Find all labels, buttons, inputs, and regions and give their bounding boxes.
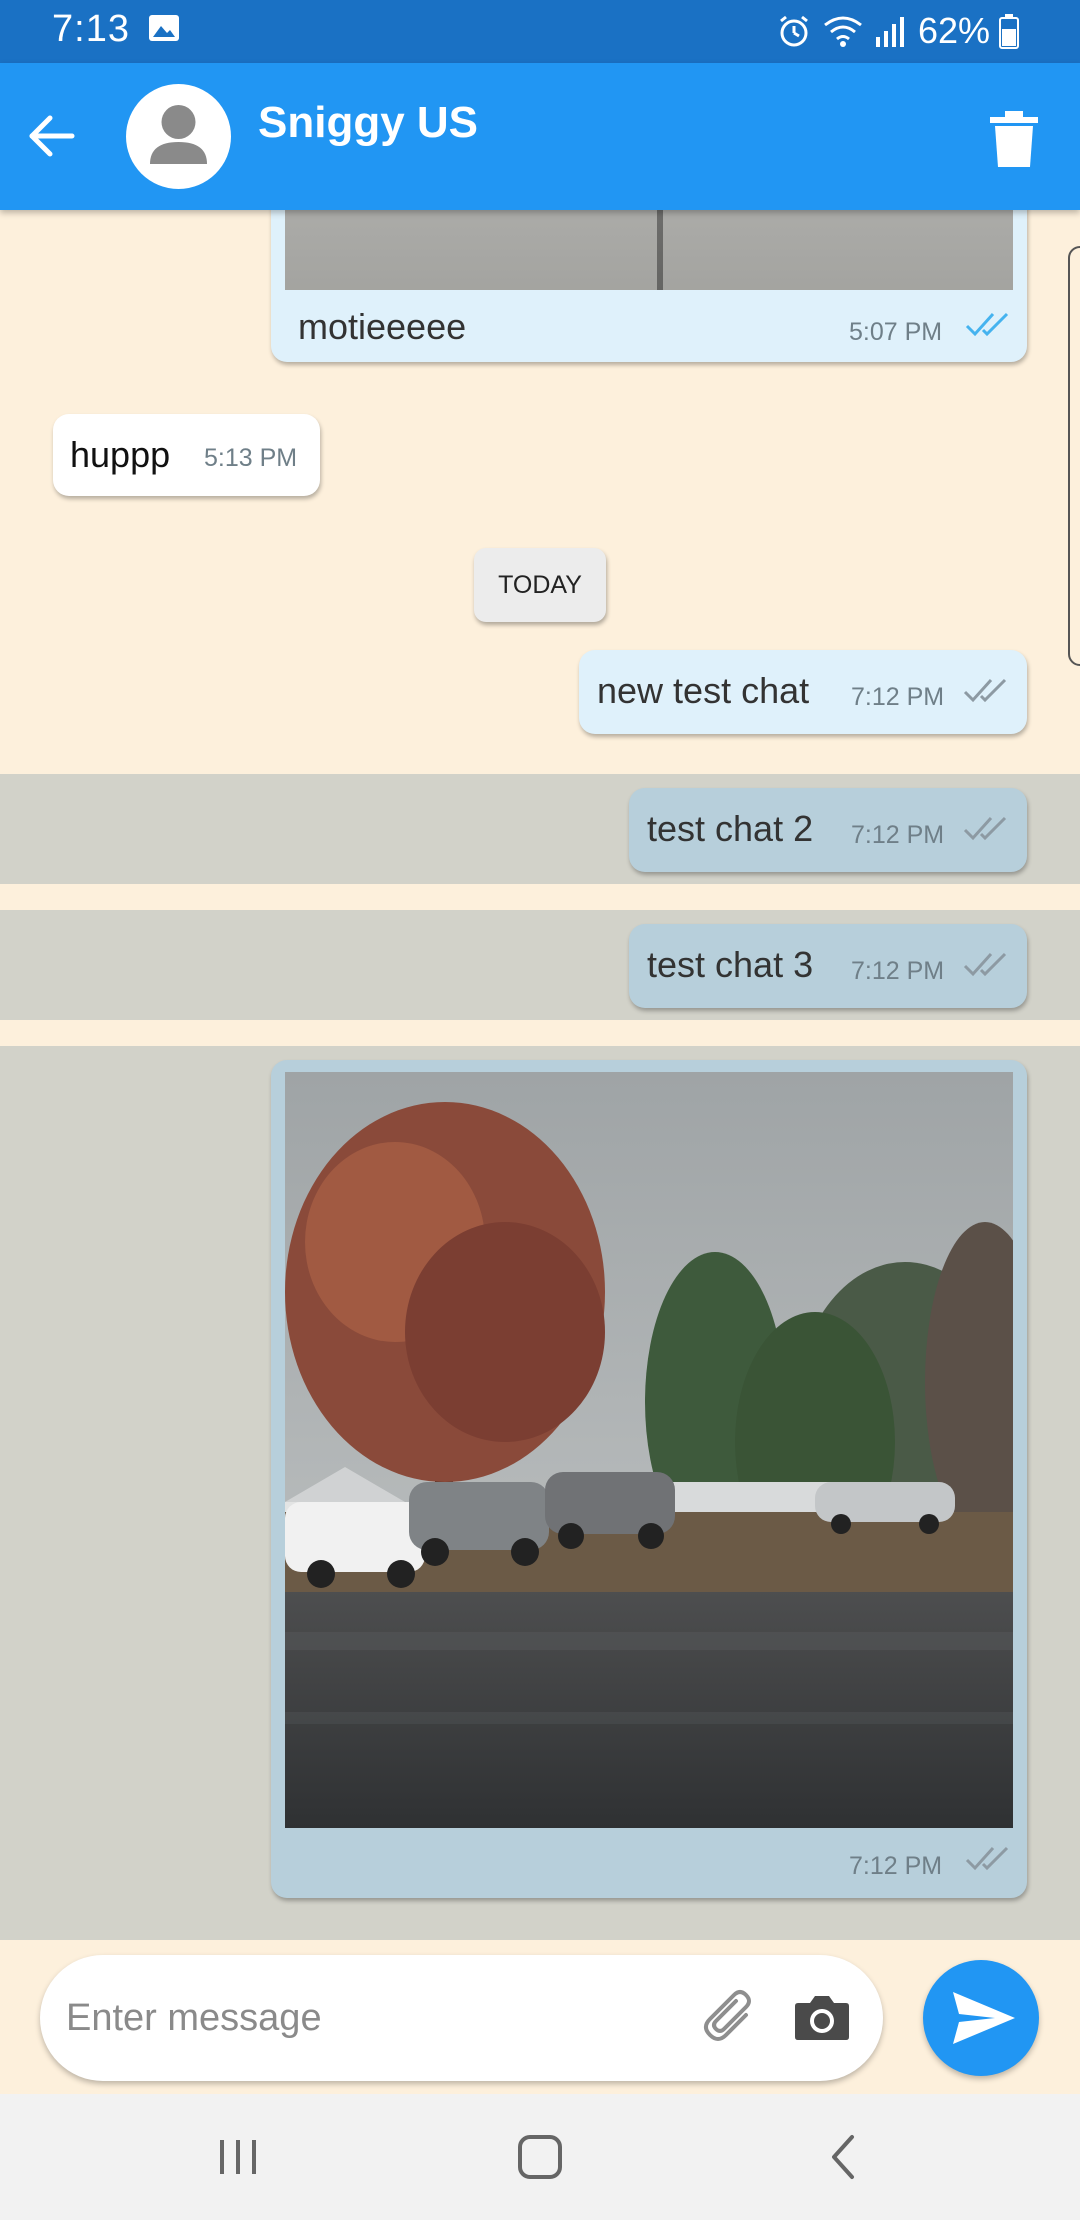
message-time: 7:12 PM <box>851 683 945 711</box>
status-bar: 7:13 62% <box>0 0 1080 63</box>
system-nav-bar <box>0 2094 1080 2220</box>
back-arrow-icon[interactable] <box>22 105 84 167</box>
message-input[interactable] <box>66 1983 686 2053</box>
date-divider: TODAY <box>474 548 606 622</box>
message-composer <box>40 1955 883 2081</box>
message-time: 7:12 PM <box>851 821 945 849</box>
contact-name[interactable]: Sniggy US <box>258 98 478 148</box>
camera-icon[interactable] <box>792 1987 852 2047</box>
send-icon <box>953 1992 1015 2044</box>
double-check-icon <box>965 1846 1009 1871</box>
message-text: test chat 2 <box>647 808 814 849</box>
outgoing-message[interactable]: new test chat 7:12 PM <box>579 650 1027 734</box>
chat-header: Sniggy US <box>0 63 1080 210</box>
double-check-icon <box>963 816 1007 841</box>
wifi-icon <box>824 16 862 47</box>
scrollbar-thumb[interactable] <box>1068 246 1080 666</box>
message-time: 7:12 PM <box>851 957 945 985</box>
message-text: new test chat <box>597 670 810 711</box>
double-check-icon <box>965 312 1009 337</box>
avatar[interactable] <box>126 84 231 189</box>
double-check-icon <box>963 952 1007 977</box>
message-time: 5:07 PM <box>849 318 943 346</box>
image-caption: motieeeee <box>298 306 467 347</box>
back-nav-icon[interactable] <box>808 2124 878 2190</box>
message-list[interactable]: motieeeee 5:07 PM huppp 5:13 PM TODAY ne… <box>0 210 1080 1940</box>
battery-percent: 62% <box>917 10 990 51</box>
message-image[interactable] <box>285 1072 1013 1828</box>
message-time: 5:13 PM <box>204 444 298 472</box>
gallery-icon <box>149 15 179 41</box>
outgoing-message-selected[interactable]: test chat 3 7:12 PM <box>629 924 1027 1008</box>
message-text: huppp <box>70 434 171 475</box>
status-time: 7:13 <box>52 8 130 50</box>
home-icon[interactable] <box>505 2124 575 2190</box>
double-check-icon <box>963 678 1007 703</box>
battery-icon <box>999 14 1019 49</box>
incoming-message[interactable]: huppp 5:13 PM <box>53 414 320 496</box>
outgoing-message-selected[interactable]: test chat 2 7:12 PM <box>629 788 1027 872</box>
message-time: 7:12 PM <box>849 1852 943 1880</box>
message-text: test chat 3 <box>647 944 814 985</box>
status-icons: 62% <box>776 8 1030 54</box>
paperclip-icon[interactable] <box>700 1985 762 2047</box>
image-message-selected[interactable]: 7:12 PM <box>271 1060 1027 1898</box>
recent-apps-icon[interactable] <box>204 2124 274 2190</box>
trash-icon[interactable] <box>986 109 1042 169</box>
avatar-person-icon <box>150 105 207 164</box>
alarm-icon <box>780 15 808 47</box>
send-button[interactable] <box>923 1960 1039 2076</box>
signal-icon <box>875 17 904 47</box>
image-message[interactable]: motieeeee 5:07 PM <box>271 210 1027 362</box>
message-image[interactable] <box>285 210 1013 290</box>
